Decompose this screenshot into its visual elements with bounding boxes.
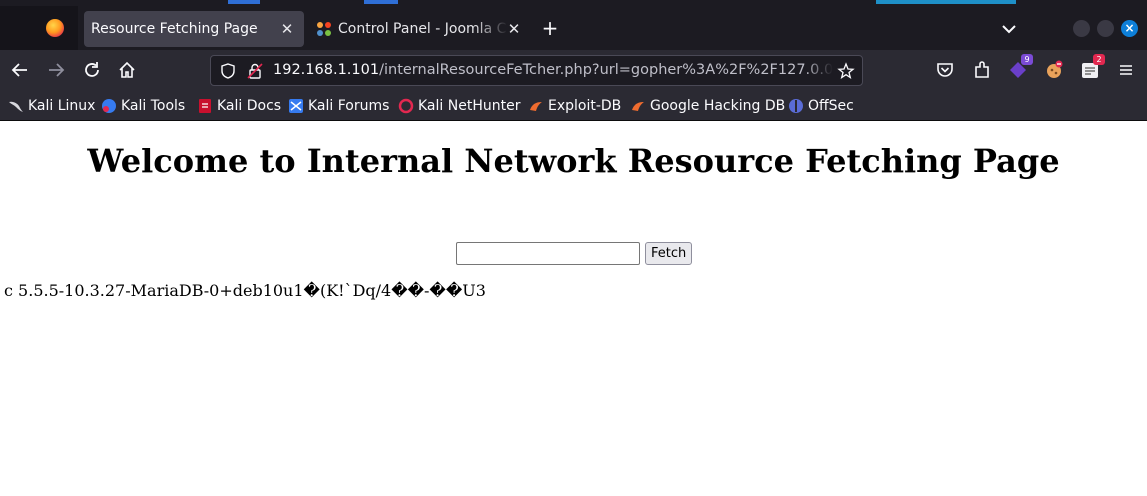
chevron-down-icon[interactable]	[998, 18, 1020, 40]
bookmark-kali-linux[interactable]: Kali Linux	[8, 96, 95, 116]
page-title: Welcome to Internal Network Resource Fet…	[87, 142, 1060, 180]
bookmark-label: Google Hacking DB	[650, 98, 786, 114]
url-host: 192.168.1.101	[273, 62, 380, 78]
insecure-lock-icon[interactable]	[246, 62, 264, 80]
close-window-button[interactable]: ×	[1121, 20, 1138, 37]
bookmark-label: Kali Tools	[121, 98, 186, 114]
kali-docs-icon	[199, 99, 211, 113]
tab-resource-fetching[interactable]: Resource Fetching Page ✕	[84, 11, 304, 47]
bookmark-label: Kali Linux	[28, 98, 96, 114]
back-arrow-icon[interactable]	[9, 59, 31, 81]
cookie-icon	[1047, 60, 1063, 78]
bookmark-label: Kali NetHunter	[418, 98, 521, 114]
extension-badge-count: 2	[1093, 54, 1105, 65]
firefox-icon[interactable]	[46, 19, 64, 37]
kali-dragon-icon	[9, 101, 23, 112]
minimize-window-button[interactable]	[1073, 20, 1090, 37]
forward-arrow-icon[interactable]	[45, 59, 67, 81]
star-icon[interactable]	[837, 62, 855, 80]
bookmark-kali-nethunter[interactable]: Kali NetHunter	[398, 96, 520, 116]
reload-icon[interactable]	[81, 59, 103, 81]
new-tab-icon[interactable]: +	[539, 18, 561, 40]
extension-badge-count: 9	[1021, 54, 1033, 65]
tab-title: Control Panel - Joomla CMS	[338, 21, 508, 37]
tab-title: Resource Fetching Page	[91, 21, 258, 37]
url-input[interactable]	[456, 242, 640, 265]
nethunter-icon	[398, 98, 414, 114]
bookmark-offsec[interactable]: OffSec	[788, 96, 854, 116]
bookmark-exploit-db[interactable]: Exploit-DB	[528, 96, 621, 116]
bookmark-kali-forums[interactable]: Kali Forums	[288, 96, 389, 116]
bookmark-kali-tools[interactable]: Kali Tools	[101, 96, 185, 116]
tab-bar: Resource Fetching Page ✕ Control Panel -…	[0, 6, 1147, 50]
fetch-button[interactable]: Fetch	[645, 242, 693, 265]
notes-extension-icon[interactable]: 2	[1079, 54, 1105, 81]
bookmark-label: OffSec	[808, 98, 854, 114]
joomla-icon	[317, 22, 331, 36]
shield-icon[interactable]	[219, 62, 237, 80]
desktop-indicator	[228, 0, 260, 4]
fetch-response-output: c 5.5.5-10.3.27-MariaDB-0+deb10u1�(K!`Dq…	[4, 281, 486, 300]
tab-bar-left-area	[0, 6, 78, 50]
ghdb-icon	[632, 102, 644, 111]
hamburger-menu-icon[interactable]	[1115, 59, 1137, 81]
pocket-icon[interactable]	[934, 59, 956, 81]
bookmarks-toolbar: Kali Linux Kali Tools Kali Docs Kali For…	[0, 90, 1147, 121]
url-path: /internalResourceFeTcher.php?url=gopher%…	[379, 62, 833, 78]
bookmark-label: Kali Forums	[308, 98, 390, 114]
tab-joomla-control-panel[interactable]: Control Panel - Joomla CMS ✕	[309, 11, 531, 47]
bookmark-google-hacking-db[interactable]: Google Hacking DB	[630, 96, 785, 116]
navigation-toolbar: 192.168.1.101/internalResourceFeTcher.ph…	[0, 50, 1147, 90]
address-bar[interactable]: 192.168.1.101/internalResourceFeTcher.ph…	[210, 55, 863, 86]
fetch-form: Fetch	[456, 242, 693, 265]
close-icon[interactable]: ✕	[278, 20, 296, 38]
cookie-extension-icon[interactable]	[1043, 59, 1065, 81]
ublock-extension-icon[interactable]: 9	[1007, 54, 1033, 81]
extensions-icon[interactable]	[971, 59, 993, 81]
bookmark-label: Kali Docs	[217, 98, 282, 114]
close-icon[interactable]: ✕	[505, 20, 523, 38]
desktop-indicator	[876, 0, 1016, 4]
kali-forums-icon	[289, 99, 303, 113]
bookmark-kali-docs[interactable]: Kali Docs	[197, 96, 281, 116]
home-icon[interactable]	[116, 59, 138, 81]
page-content: Welcome to Internal Network Resource Fet…	[0, 122, 1147, 496]
bookmark-label: Exploit-DB	[548, 98, 622, 114]
offsec-icon	[789, 99, 803, 113]
kali-tools-icon	[102, 99, 116, 113]
exploit-db-icon	[530, 102, 542, 111]
maximize-window-button[interactable]	[1097, 20, 1114, 37]
url-text[interactable]: 192.168.1.101/internalResourceFeTcher.ph…	[273, 62, 833, 78]
desktop-indicator	[364, 0, 398, 4]
